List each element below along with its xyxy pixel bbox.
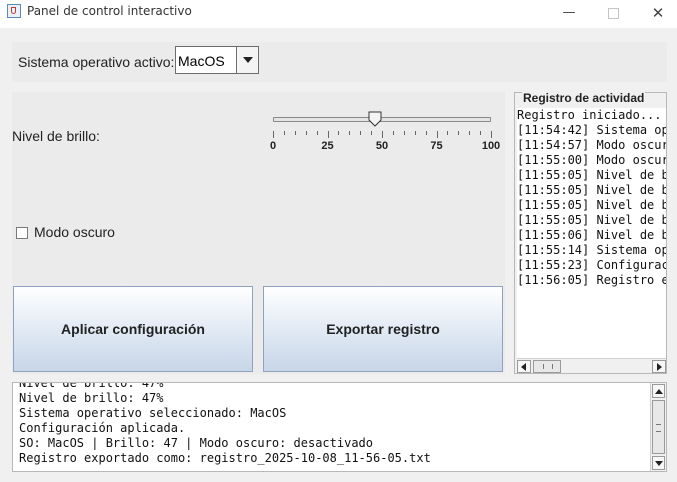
os-dropdown[interactable]: MacOS bbox=[175, 46, 259, 74]
activity-log-line: [11:54:42] Sistema op bbox=[517, 123, 666, 137]
output-log-line: Nivel de brillo: 47% bbox=[19, 391, 164, 405]
slider-tick-label: 75 bbox=[430, 140, 443, 152]
slider-tick-label: 100 bbox=[481, 140, 501, 152]
scroll-right-icon[interactable] bbox=[652, 360, 666, 373]
slider-tick-label: 50 bbox=[375, 140, 389, 152]
output-log-line: Nivel de brillo: 47% bbox=[19, 382, 164, 390]
output-log-line: SO: MacOS | Brillo: 47 | Modo oscuro: de… bbox=[19, 436, 374, 450]
slider-tick bbox=[491, 131, 492, 138]
settings-panel: Nivel de brillo: 0 25 50 75 100 Modo oscuro … bbox=[12, 92, 505, 374]
scroll-up-icon[interactable] bbox=[652, 384, 665, 398]
os-selector-panel: Sistema operativo activo: MacOS bbox=[12, 42, 667, 82]
activity-log-line: [11:55:06] Nivel de b bbox=[517, 228, 666, 242]
activity-log-line: [11:56:05] Registro e bbox=[517, 273, 666, 287]
main-content: Sistema operativo activo: MacOS Nivel de… bbox=[0, 28, 677, 482]
slider-tick-label: 0 bbox=[269, 140, 277, 152]
slider-tick bbox=[273, 131, 274, 138]
slider-tick bbox=[382, 131, 383, 138]
activity-log-line: [11:55:23] Configurac bbox=[517, 258, 666, 272]
slider-tick bbox=[458, 131, 460, 135]
activity-log-line: Registro iniciado... bbox=[517, 108, 662, 122]
slider-tick bbox=[294, 131, 296, 135]
export-log-button[interactable]: Exportar registro bbox=[263, 286, 503, 372]
minimize-button[interactable]: — bbox=[554, 2, 584, 24]
activity-log-line: [11:54:57] Modo oscur bbox=[517, 138, 666, 152]
title-bar: Panel de control interactivo — ✕ bbox=[0, 0, 677, 28]
slider-tick bbox=[327, 131, 329, 138]
close-button[interactable]: ✕ bbox=[643, 2, 673, 24]
slider-tick bbox=[414, 131, 416, 135]
chevron-down-icon[interactable] bbox=[236, 47, 258, 73]
dark-mode-label: Modo oscuro bbox=[34, 224, 115, 240]
slider-tick bbox=[436, 131, 438, 138]
activity-log-line: [11:55:14] Sistema op bbox=[517, 243, 666, 257]
vertical-scrollbar[interactable] bbox=[650, 383, 666, 471]
activity-log-line: [11:55:05] Nivel de b bbox=[517, 183, 666, 197]
java-app-icon bbox=[7, 4, 21, 18]
slider-tick-label: 25 bbox=[321, 140, 334, 152]
scroll-left-icon[interactable] bbox=[517, 360, 531, 373]
activity-log-title: Registro de actividad bbox=[522, 91, 646, 105]
slider-tick bbox=[305, 131, 307, 135]
scroll-thumb[interactable] bbox=[533, 360, 561, 373]
scroll-thumb[interactable] bbox=[652, 400, 665, 454]
slider-tick bbox=[447, 131, 449, 135]
output-log-line: Sistema operativo seleccionado: MacOS bbox=[19, 406, 287, 420]
slider-tick bbox=[316, 131, 318, 135]
brightness-label: Nivel de brillo: bbox=[12, 128, 100, 144]
activity-log-line: [11:55:05] Nivel de b bbox=[517, 168, 666, 182]
apply-settings-button[interactable]: Aplicar configuración bbox=[13, 286, 253, 372]
activity-log-line: [11:55:05] Nivel de b bbox=[517, 213, 666, 227]
slider-thumb[interactable] bbox=[368, 111, 382, 127]
brightness-slider[interactable]: 0 25 50 75 100 bbox=[269, 106, 501, 166]
output-log[interactable]: Nivel de brillo: 47% Nivel de brillo: 47%… bbox=[12, 382, 667, 472]
slider-tick bbox=[469, 131, 471, 135]
activity-log-text[interactable]: Registro iniciado... [11:54:42] Sistema o… bbox=[517, 108, 666, 359]
os-dropdown-value: MacOS bbox=[178, 53, 225, 69]
slider-tick bbox=[480, 131, 482, 135]
horizontal-scrollbar[interactable] bbox=[517, 358, 666, 373]
slider-tick bbox=[338, 131, 340, 135]
output-log-line: Registro exportado como: registro_2025-1… bbox=[19, 451, 431, 465]
output-log-text: Nivel de brillo: 47% Nivel de brillo: 47%… bbox=[19, 382, 431, 466]
scroll-down-icon[interactable] bbox=[652, 456, 665, 470]
maximize-icon bbox=[607, 8, 619, 19]
maximize-button[interactable] bbox=[598, 2, 628, 24]
slider-tick bbox=[349, 131, 351, 135]
slider-tick bbox=[425, 131, 427, 135]
output-log-line: Configuración aplicada. bbox=[19, 421, 186, 435]
os-label: Sistema operativo activo: bbox=[18, 54, 175, 70]
slider-tick bbox=[403, 131, 405, 135]
activity-log-line: [11:55:00] Modo oscur bbox=[517, 153, 666, 167]
slider-tick bbox=[392, 131, 394, 135]
slider-tick bbox=[283, 131, 285, 135]
activity-log-line: [11:55:05] Nivel de b bbox=[517, 198, 666, 212]
window-title: Panel de control interactivo bbox=[27, 4, 192, 18]
slider-tick bbox=[360, 131, 362, 135]
activity-log-panel: Registro de actividad Registro iniciado.… bbox=[514, 91, 667, 374]
slider-tick bbox=[371, 131, 373, 135]
dark-mode-checkbox[interactable] bbox=[16, 227, 28, 239]
